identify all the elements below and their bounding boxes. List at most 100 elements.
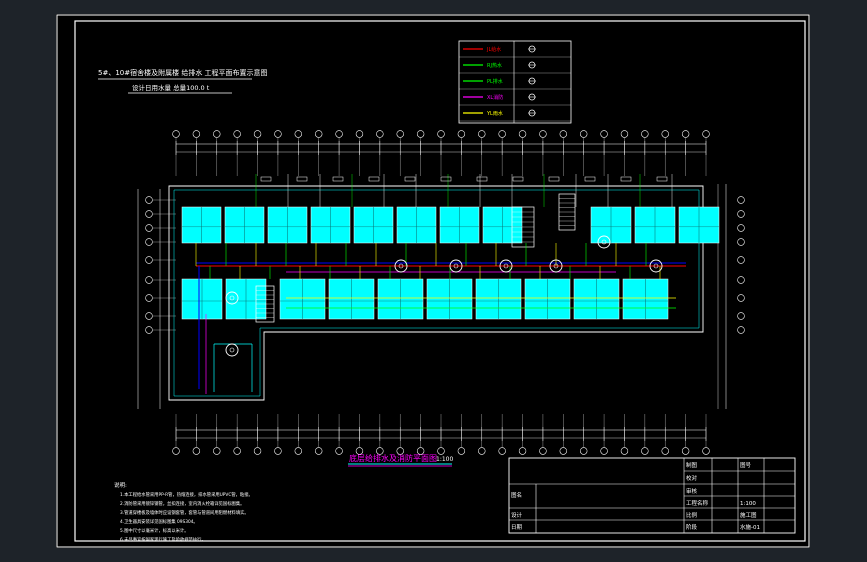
pipe-tag bbox=[512, 176, 524, 182]
axis-bubble-top bbox=[416, 130, 425, 138]
tb-project-label: 工程名称 bbox=[686, 499, 709, 507]
tb-checked-label: 校对 bbox=[686, 474, 698, 482]
axis-bubble-bottom bbox=[498, 447, 506, 455]
legend-line-label: RJ热水 bbox=[487, 62, 502, 69]
axis-bubble-top bbox=[579, 130, 588, 138]
pipe-tag bbox=[620, 176, 632, 182]
meter-icon bbox=[528, 61, 536, 69]
axis-bubble-top bbox=[172, 130, 180, 138]
axis-bubble-bottom bbox=[579, 447, 588, 455]
legend-line-label: YL雨水 bbox=[486, 110, 503, 117]
axis-bubble-top bbox=[620, 130, 629, 138]
legend-line-label: XL消防 bbox=[487, 94, 503, 101]
axis-bubble-left bbox=[145, 312, 153, 320]
axis-bubble-top bbox=[335, 130, 343, 138]
tb-stage-label: 阶段 bbox=[686, 523, 698, 531]
notes-line: 1.本工程给水管采用PP-R管，热熔连接，排水管采用UPVC管，粘接。 bbox=[120, 491, 253, 498]
axis-bubble-top bbox=[600, 130, 608, 138]
pipe-tag bbox=[296, 176, 308, 182]
axis-bubble-bottom bbox=[172, 447, 180, 455]
axis-bubble-bottom bbox=[314, 447, 323, 455]
tb-date-label: 日期 bbox=[511, 524, 523, 531]
tb-design-label: 设计 bbox=[511, 511, 523, 519]
axis-bubble-bottom bbox=[702, 447, 710, 455]
axis-bubble-bottom bbox=[294, 447, 303, 455]
pipe-tag bbox=[260, 176, 272, 182]
title-block: 图名 设计 日期 制图 校对 审核 工程名称 比例 阶段 图号 1:100 施工… bbox=[508, 457, 796, 534]
pipe-tag bbox=[368, 176, 380, 182]
cad-viewport[interactable]: 5#、10#宿舍楼及附属楼 给排水 工程平面布置示意图 设计日用水量 总量100… bbox=[0, 0, 867, 562]
axis-bubble-top bbox=[498, 130, 506, 138]
axis-bubble-bottom bbox=[213, 447, 221, 455]
axis-bubble-top bbox=[233, 130, 241, 138]
plan-caption: 底层给排水及消防平面图 bbox=[349, 453, 437, 463]
pipe-tag bbox=[584, 176, 596, 182]
plan-scale: 1:100 bbox=[436, 456, 453, 463]
notes-line: 4.卫生器具安装详见国标图集 09S304。 bbox=[120, 518, 198, 525]
axis-bubble-top bbox=[641, 130, 649, 138]
axis-bubble-right bbox=[737, 238, 745, 246]
axis-bubble-right bbox=[737, 276, 745, 284]
legend-table: JL给水 RJ热水 PL排水 XL消防 YL雨水 bbox=[458, 40, 572, 124]
axis-bubble-left bbox=[145, 196, 153, 204]
axis-bubble-bottom bbox=[620, 447, 629, 455]
axis-bubble-top bbox=[457, 130, 466, 138]
axis-bubble-bottom bbox=[335, 447, 343, 455]
notes-line: 3.管道穿楼板及墙体时应设钢套管，套管与管道间用阻燃材料填实。 bbox=[120, 509, 249, 516]
axis-bubble-bottom bbox=[641, 447, 649, 455]
legend-line-label: JL给水 bbox=[486, 46, 501, 53]
valve-icon bbox=[528, 45, 536, 53]
axis-bubble-left bbox=[145, 210, 153, 218]
title-block-frame bbox=[508, 457, 796, 534]
axis-bubble-top bbox=[396, 130, 404, 138]
pipe-tag bbox=[404, 176, 416, 182]
pipe-tag bbox=[548, 176, 560, 182]
tb-stage-value: 施工图 bbox=[740, 511, 757, 519]
tb-sheet-label: 图号 bbox=[740, 461, 752, 469]
notes-block: 说明: 1.本工程给水管采用PP-R管，热熔连接，排水管采用UPVC管，粘接。 2… bbox=[114, 481, 253, 543]
axis-bubble-top bbox=[314, 130, 323, 138]
notes-heading: 说明: bbox=[114, 481, 127, 489]
tb-scale-label: 比例 bbox=[686, 511, 698, 519]
axis-bubble-right bbox=[737, 312, 745, 320]
axis-bubble-bottom bbox=[539, 447, 547, 455]
axis-bubble-bottom bbox=[661, 447, 669, 455]
notes-line: 2.消防管采用镀锌钢管，丝扣连接，室内消火栓箱详见国标图集。 bbox=[120, 500, 244, 507]
fixture-circle-icon bbox=[225, 343, 239, 357]
pipe-tag bbox=[440, 176, 452, 182]
axis-bubble-right bbox=[737, 210, 745, 218]
axis-bubble-top bbox=[661, 130, 669, 138]
axis-bubble-top bbox=[355, 130, 364, 138]
legend-line-label: PL排水 bbox=[487, 78, 503, 85]
axis-bubble-bottom bbox=[478, 447, 486, 455]
axis-bubble-top bbox=[702, 130, 710, 138]
axis-bubble-left bbox=[145, 224, 153, 232]
axis-bubble-right bbox=[737, 326, 745, 334]
axis-bubble-top bbox=[253, 130, 262, 138]
drawing-title: 5#、10#宿舍楼及附属楼 给排水 工程平面布置示意图 bbox=[98, 68, 268, 77]
drawing-canvas: 5#、10#宿舍楼及附属楼 给排水 工程平面布置示意图 设计日用水量 总量100… bbox=[56, 14, 810, 548]
axis-bubble-bottom bbox=[192, 447, 201, 455]
axis-bubble-left bbox=[145, 294, 153, 302]
hydrant-icon bbox=[528, 93, 536, 101]
axis-bubble-bottom bbox=[233, 447, 241, 455]
tb-approved-label: 审核 bbox=[686, 487, 698, 495]
axis-bubble-top bbox=[213, 130, 221, 138]
axis-bubble-bottom bbox=[518, 447, 527, 455]
pipe-tag bbox=[476, 176, 488, 182]
cleanout-icon bbox=[528, 77, 536, 85]
axis-bubble-bottom bbox=[681, 447, 690, 455]
pipe-tag bbox=[332, 176, 344, 182]
tb-scale-value: 1:100 bbox=[740, 501, 756, 507]
axis-bubble-left bbox=[145, 276, 153, 284]
axis-bubble-bottom bbox=[437, 447, 445, 455]
axis-bubble-bottom bbox=[457, 447, 466, 455]
axis-bubble-bottom bbox=[274, 447, 282, 455]
axis-bubble-top bbox=[681, 130, 690, 138]
axis-bubble-right bbox=[737, 224, 745, 232]
axis-bubble-top bbox=[478, 130, 486, 138]
legend-frame bbox=[458, 40, 572, 124]
axis-bubble-top bbox=[192, 130, 201, 138]
notes-line: 5.图中尺寸以毫米计，标高以米计。 bbox=[120, 527, 189, 534]
axis-bubble-bottom bbox=[253, 447, 262, 455]
